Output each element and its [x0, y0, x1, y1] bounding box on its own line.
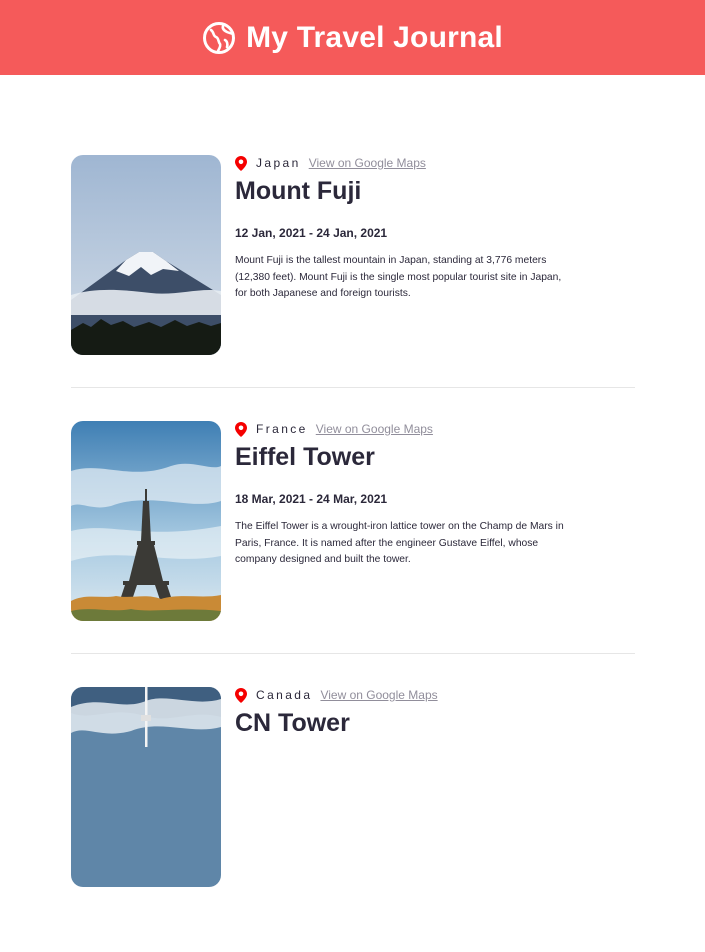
journal-list: Japan View on Google Maps Mount Fuji 12 …: [71, 155, 635, 952]
google-maps-link[interactable]: View on Google Maps: [316, 422, 433, 436]
entry-dates: 12 Jan, 2021 - 24 Jan, 2021: [235, 226, 388, 240]
location-row: France View on Google Maps: [235, 421, 565, 437]
entry-photo-cn-tower: [71, 687, 221, 887]
google-maps-link[interactable]: View on Google Maps: [309, 156, 426, 170]
entry-photo-eiffel-tower: [71, 421, 221, 621]
entry-description: The Eiffel Tower is a wrought-iron latti…: [235, 521, 564, 565]
entry-info: Japan View on Google Maps Mount Fuji 12 …: [235, 155, 565, 355]
journal-entry-cn-tower: Canada View on Google Maps CN Tower: [71, 687, 635, 919]
entry-title: Mount Fuji: [235, 177, 362, 205]
location-pin-icon: [235, 421, 247, 437]
entry-info: Canada View on Google Maps CN Tower: [235, 687, 565, 887]
country-label: France: [256, 422, 308, 436]
entry-photo-mount-fuji: [71, 155, 221, 355]
entry-title: Eiffel Tower: [235, 443, 375, 471]
app-title: My Travel Journal: [246, 20, 503, 54]
globe-icon: [203, 21, 236, 54]
journal-entry-eiffel-tower: France View on Google Maps Eiffel Tower …: [71, 421, 635, 654]
entry-info: France View on Google Maps Eiffel Tower …: [235, 421, 565, 621]
location-row: Japan View on Google Maps: [235, 155, 565, 171]
location-pin-icon: [235, 155, 247, 171]
country-label: Canada: [256, 688, 313, 702]
entry-dates: 18 Mar, 2021 - 24 Mar, 2021: [235, 492, 388, 506]
google-maps-link[interactable]: View on Google Maps: [320, 688, 437, 702]
entry-description: Mount Fuji is the tallest mountain in Ja…: [235, 255, 562, 299]
journal-entry-mount-fuji: Japan View on Google Maps Mount Fuji 12 …: [71, 155, 635, 388]
app-header: My Travel Journal: [0, 0, 705, 75]
country-label: Japan: [256, 156, 301, 170]
location-pin-icon: [235, 687, 247, 703]
location-row: Canada View on Google Maps: [235, 687, 565, 703]
